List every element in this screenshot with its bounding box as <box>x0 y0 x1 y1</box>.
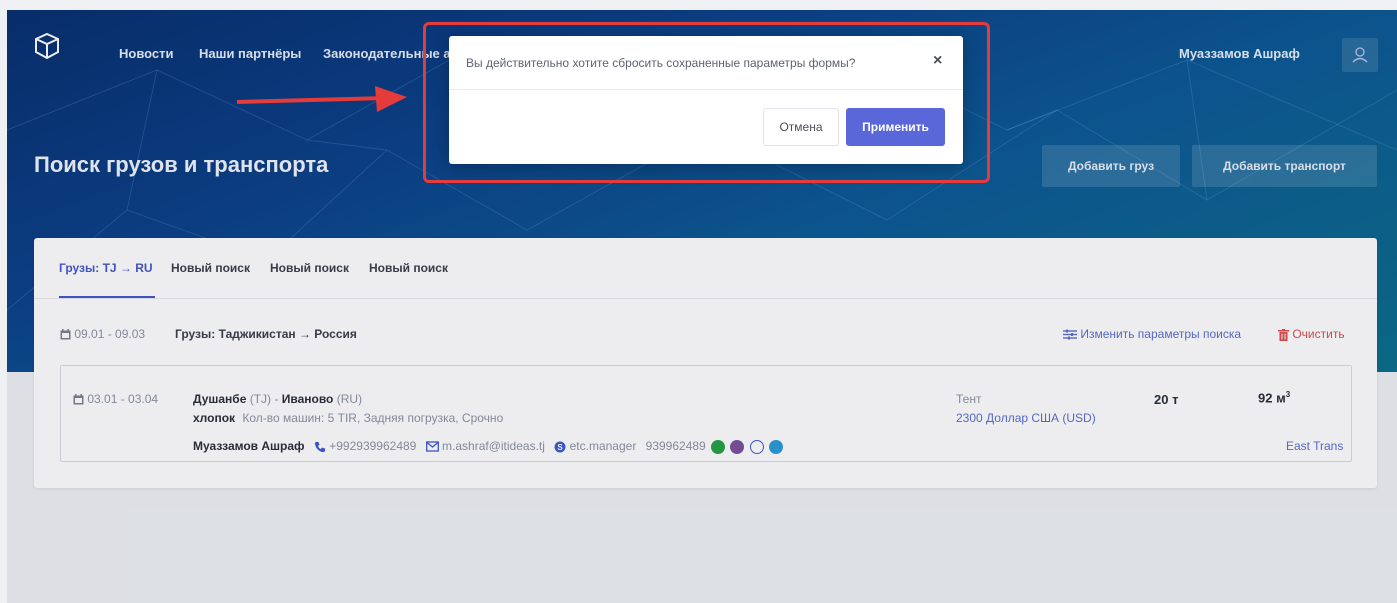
annotation-highlight-box <box>423 22 990 183</box>
annotation-arrow <box>236 86 407 112</box>
